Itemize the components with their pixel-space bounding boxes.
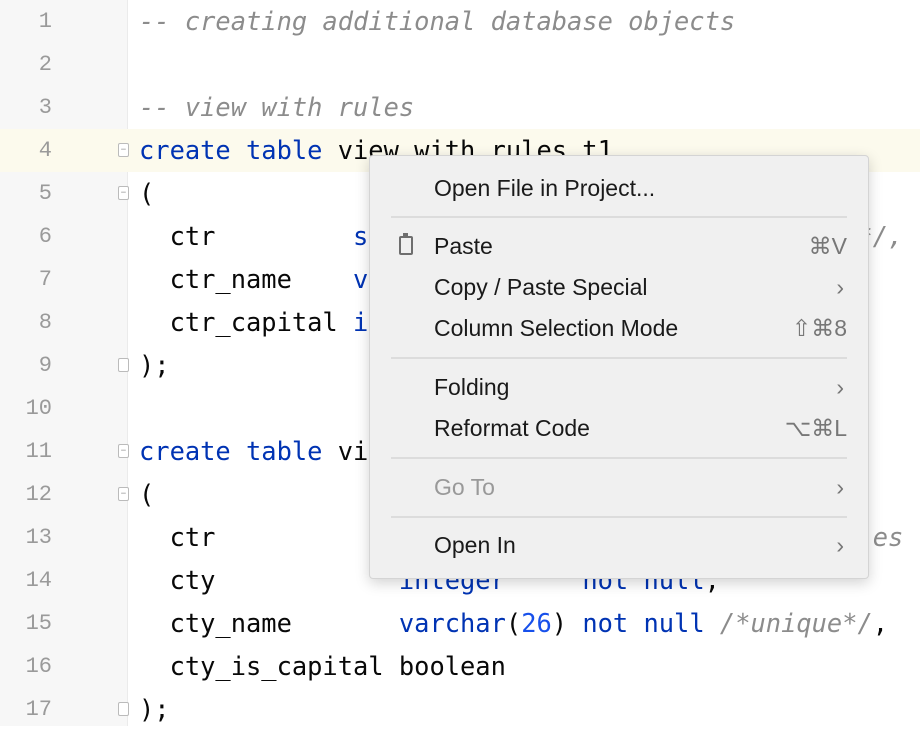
code-token: ctr_name — [139, 264, 354, 294]
chevron-right-icon: › — [836, 474, 844, 500]
fold-open-icon[interactable]: − — [118, 186, 129, 200]
menu-item-label: Reformat Code — [434, 415, 590, 441]
code-token: cty — [139, 565, 399, 595]
chevron-right-icon: › — [836, 274, 844, 300]
code-text: create table vi — [139, 430, 368, 473]
fold-open-icon[interactable]: − — [118, 444, 129, 458]
code-line[interactable]: 16 cty_is_capital boolean — [0, 645, 920, 688]
menu-item-open-in[interactable]: Open In › — [370, 525, 868, 565]
code-token: cty_name — [139, 608, 399, 638]
line-number: 7 — [38, 267, 52, 292]
chevron-right-icon: › — [836, 532, 844, 558]
line-number: 17 — [25, 697, 52, 722]
menu-item-label: Folding — [434, 374, 510, 400]
code-token: create table — [139, 135, 323, 165]
code-token: ); — [139, 694, 170, 724]
line-number: 12 — [25, 482, 52, 507]
code-token: 26 — [521, 608, 552, 638]
menu-item-column-selection-mode[interactable]: Column Selection Mode ⇧⌘8 — [370, 308, 868, 348]
code-token: /*unique*/ — [704, 608, 873, 638]
line-number: 1 — [38, 9, 52, 34]
menu-item-label: Column Selection Mode — [434, 315, 679, 341]
code-token: ctr_capital — [139, 307, 354, 337]
menu-item-label: Copy / Paste Special — [434, 274, 648, 300]
code-token: cty_is_capital boolean — [139, 651, 506, 681]
code-line[interactable]: 3 -- view with rules — [0, 86, 920, 129]
menu-item-reformat-code[interactable]: Reformat Code ⌥⌘L — [370, 408, 868, 448]
code-token: -- creating additional database objects — [139, 6, 736, 36]
shortcut-label: ⌘V — [808, 233, 847, 259]
menu-item-go-to[interactable]: Go To › — [370, 467, 868, 507]
code-text: ctr_name v — [139, 258, 369, 301]
code-token: s — [353, 221, 369, 251]
code-token: ctr — [139, 221, 354, 251]
menu-item-copy-paste-special[interactable]: Copy / Paste Special › — [370, 267, 868, 307]
shortcut-label: ⇧⌘8 — [791, 315, 847, 341]
line-number: 15 — [25, 611, 52, 636]
code-line[interactable]: 2 — [0, 43, 920, 86]
code-text: cty_name varchar(26) not null /*unique*/… — [139, 602, 889, 645]
fold-open-icon[interactable]: − — [118, 143, 129, 157]
fold-close-icon[interactable] — [118, 358, 129, 372]
code-line[interactable]: 1 -- creating additional database objects — [0, 0, 920, 43]
line-number: 16 — [25, 654, 52, 679]
menu-separator — [391, 357, 847, 359]
code-text: ); — [139, 344, 170, 387]
code-text: ); — [139, 688, 170, 731]
line-number: 13 — [25, 525, 52, 550]
code-text: -- creating additional database objects — [139, 0, 735, 43]
code-text: ( — [139, 473, 154, 516]
code-line[interactable]: 15 cty_name varchar(26) not null /*uniqu… — [0, 602, 920, 645]
menu-item-paste[interactable]: Paste ⌘V — [370, 226, 868, 266]
menu-separator — [391, 216, 847, 218]
menu-item-label: Paste — [434, 233, 493, 259]
code-text: ctr_capital i — [139, 301, 369, 344]
code-line[interactable]: 17); — [0, 688, 920, 731]
code-token: not null — [582, 608, 705, 638]
code-token: ); — [139, 350, 170, 380]
code-token: ctr — [139, 522, 216, 552]
line-number: 4 — [38, 138, 52, 163]
code-text: ( — [139, 172, 154, 215]
line-number: 2 — [38, 52, 52, 77]
clipboard-icon — [399, 233, 413, 255]
code-token: ( — [139, 479, 155, 509]
menu-separator — [391, 457, 847, 459]
line-number: 14 — [25, 568, 52, 593]
code-token: ( — [505, 608, 522, 638]
context-menu: Open File in Project... Paste ⌘V Copy / Pas… — [369, 155, 869, 579]
menu-item-open-file-in-project[interactable]: Open File in Project... — [370, 168, 868, 208]
code-text: -- view with rules — [139, 86, 414, 129]
code-token: v — [353, 264, 369, 294]
line-number: 11 — [25, 439, 52, 464]
line-number: 3 — [38, 95, 52, 120]
code-token: ) — [551, 608, 583, 638]
code-token: vi — [322, 436, 369, 466]
chevron-right-icon: › — [836, 374, 844, 400]
menu-separator — [391, 516, 847, 518]
code-token: ( — [139, 178, 155, 208]
line-number: 10 — [25, 396, 52, 421]
line-number: 6 — [38, 224, 52, 249]
menu-item-label: Go To — [434, 474, 495, 500]
code-token: varchar — [398, 608, 506, 638]
code-token: -- view with rules — [139, 92, 415, 122]
code-token: , — [872, 608, 889, 638]
menu-item-label: Open In — [434, 532, 516, 558]
line-number: 8 — [38, 310, 52, 335]
code-token: i — [353, 307, 369, 337]
menu-item-label: Open File in Project... — [434, 175, 656, 201]
fold-open-icon[interactable]: − — [118, 487, 129, 501]
menu-item-folding[interactable]: Folding › — [370, 367, 868, 407]
shortcut-label: ⌥⌘L — [784, 415, 847, 441]
code-token: create table — [139, 436, 323, 466]
code-text: cty_is_capital boolean — [139, 645, 506, 688]
fold-close-icon[interactable] — [118, 702, 129, 716]
line-number: 9 — [38, 353, 52, 378]
line-number: 5 — [38, 181, 52, 206]
